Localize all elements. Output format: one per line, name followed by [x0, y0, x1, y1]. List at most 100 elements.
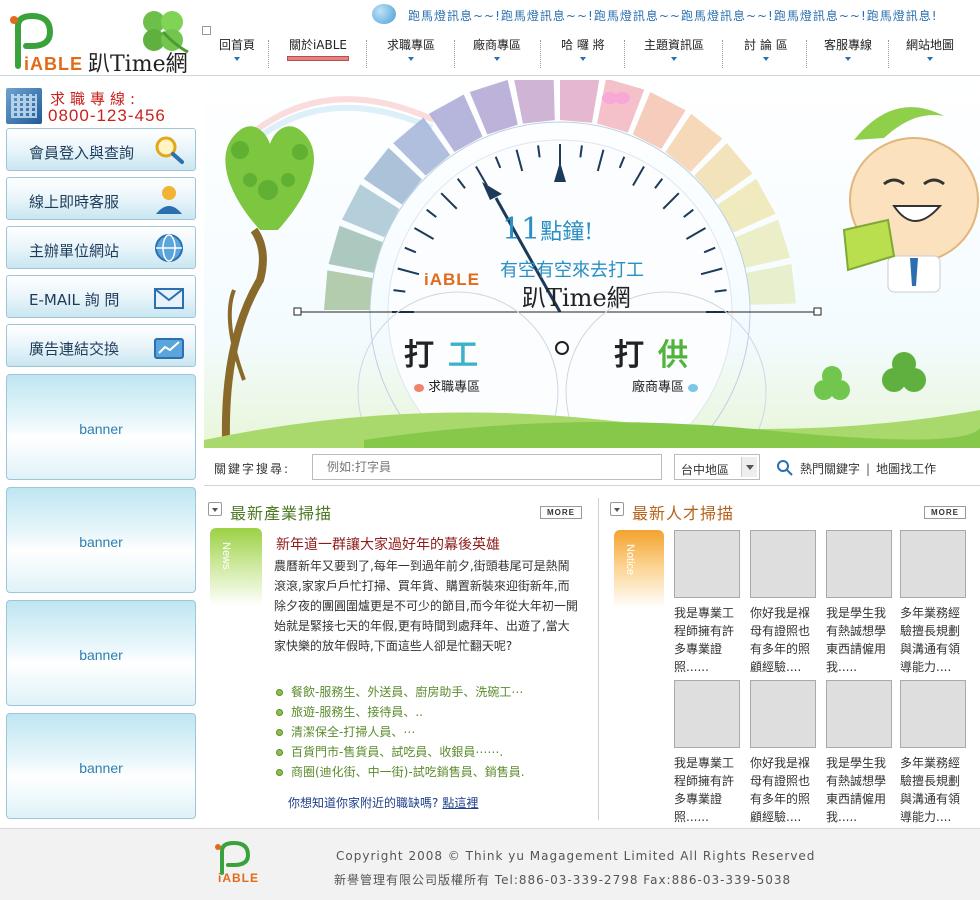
news-body: 農曆新年又要到了,每年一到過年前夕,街頭巷尾可是熱鬧滾滾,家家戶戶忙打掃、買年貨…	[274, 559, 578, 653]
avatar	[826, 530, 892, 598]
search-label: 關鍵字搜尋:	[214, 462, 291, 476]
email-inquiry-button[interactable]: E-MAIL 詢 問	[6, 275, 196, 318]
more-button[interactable]: MORE	[540, 506, 582, 519]
job-zone-link[interactable]: 求職專區	[414, 376, 480, 395]
talent-card[interactable]: 我是專業工程師擁有許多專業證照......	[674, 680, 740, 828]
talent-section: 最新人才掃描 MORE Notice 我是專業工程師擁有許多專業證照......…	[606, 494, 980, 824]
search-icon[interactable]	[776, 459, 794, 477]
company-contact: 新譽管理有限公司版權所有 Tel:886-03-339-2798 Fax:886…	[334, 873, 792, 887]
nav-item-service[interactable]: 客服專線	[814, 36, 882, 70]
industry-section: 最新產業掃描 MORE News 新年道一群讓大家過好年的幕後英雄 農曆新年又要…	[204, 494, 596, 824]
nav-item-sitemap[interactable]: 網站地圖	[896, 36, 964, 70]
list-item[interactable]: 清潔保全-打掃人員、⋯	[276, 722, 525, 742]
hero-brand-logo: iABLE	[424, 270, 480, 289]
avatar	[750, 680, 816, 748]
hot-keywords-link[interactable]: 熱門關鍵字	[800, 462, 860, 476]
bullet-icon	[276, 749, 283, 756]
nav-item-forum[interactable]: 討 論 區	[730, 36, 802, 70]
talent-header: 最新人才掃描 MORE	[610, 498, 980, 524]
building-icon	[6, 88, 42, 124]
employer-zone-link[interactable]: 廠商專區	[632, 376, 699, 395]
keyword-search-bar: 關鍵字搜尋: 台中地區 熱門關鍵字|地圖找工作	[204, 450, 980, 486]
logo-text: iABLE	[24, 54, 83, 74]
footer-logo[interactable]: iABLE	[214, 840, 274, 889]
clover-icon	[143, 11, 189, 54]
list-item[interactable]: 餐飲-服務生、外送員、廚房助手、洗碗工⋯	[276, 682, 525, 702]
avatar	[750, 530, 816, 598]
hero-banner: 11點鐘! 有空有空來去打工 iABLE 趴Time網 打工 打供 求職專區 廠…	[204, 80, 980, 448]
nav-checkbox[interactable]	[202, 26, 211, 35]
dial-segment	[514, 80, 555, 124]
chat-bubble-icon	[688, 383, 699, 392]
map-search-link[interactable]: 地圖找工作	[876, 462, 936, 476]
talent-card[interactable]: 你好我是褓母有證照也有多年的照顧經驗....	[750, 530, 816, 678]
envelope-icon	[154, 288, 184, 309]
sidebar: 求職專線: 0800-123-456 會員登入與查詢 線上即時客服 主辦單位網站…	[0, 78, 200, 823]
talent-card[interactable]: 你好我是褓母有證照也有多年的照顧經驗....	[750, 680, 816, 828]
site-header: iABLE 趴Time網 跑馬燈訊息~~!跑馬燈訊息~~!跑馬燈訊息~~跑馬燈訊…	[0, 0, 980, 77]
talent-card[interactable]: 我是專業工程師擁有許多專業證照......	[674, 530, 740, 678]
briefcase-chart-icon	[154, 338, 184, 359]
column-divider	[598, 498, 599, 820]
region-select[interactable]: 台中地區	[674, 454, 760, 480]
banner-ad[interactable]: banner	[6, 600, 196, 706]
chevron-down-icon	[845, 57, 851, 61]
chevron-down-icon	[494, 57, 500, 61]
section-title: 最新人才掃描	[632, 504, 735, 523]
collapse-toggle-icon[interactable]	[610, 502, 624, 516]
banner-ad[interactable]: banner	[6, 713, 196, 819]
site-footer: iABLE Copyright 2008 © Think yu Magageme…	[0, 828, 980, 900]
nav-item-jobs[interactable]: 求職專區	[376, 36, 446, 70]
news-headline[interactable]: 新年道一群讓大家過好年的幕後英雄	[276, 534, 500, 554]
main-nav: 回首頁 關於iABLE 求職專區 廠商專區 哈 囉 將 主題資訊區 討 論 區 …	[202, 26, 980, 72]
collapse-toggle-icon[interactable]	[208, 502, 222, 516]
talent-card[interactable]: 我是學生我有熱誠想學東西請僱用我.....	[826, 680, 892, 828]
talent-card[interactable]: 多年業務經驗擅長規劃與溝通有領導能力....	[900, 530, 966, 678]
click-here-link[interactable]: 點這裡	[442, 796, 478, 810]
marquee-bar: 跑馬燈訊息~~!跑馬燈訊息~~!跑馬燈訊息~~跑馬燈訊息~~!跑馬燈訊息~~!跑…	[372, 4, 972, 26]
copyright-text: Copyright 2008 © Think yu Magagement Lim…	[336, 849, 816, 863]
nav-item-employers[interactable]: 廠商專區	[462, 36, 532, 70]
talent-card[interactable]: 我是學生我有熱誠想學東西請僱用我.....	[826, 530, 892, 678]
bullet-icon	[276, 709, 283, 716]
bullet-icon	[276, 729, 283, 736]
section-title: 最新產業掃描	[230, 504, 333, 523]
search-input[interactable]	[312, 454, 662, 480]
nearby-jobs-prompt: 你想知道你家附近的職缺嗎? 點這裡	[288, 796, 479, 810]
globe-icon	[155, 234, 183, 262]
talent-card[interactable]: 多年業務經驗擅長規劃與溝通有領導能力....	[900, 680, 966, 828]
site-logo[interactable]: iABLE 趴Time網	[6, 8, 196, 77]
magnifier-icon	[155, 136, 184, 164]
chat-bubble-icon	[414, 383, 424, 392]
search-links: 熱門關鍵字 | 地圖找工作	[800, 462, 937, 476]
ad-exchange-button[interactable]: 廣告連結交換	[6, 324, 196, 367]
banner-ad[interactable]: banner	[6, 374, 196, 480]
chevron-down-icon	[927, 57, 933, 61]
nav-item-about[interactable]: 關於iABLE	[280, 36, 356, 70]
bullet-icon	[276, 689, 283, 696]
nav-item-hello[interactable]: 哈 囉 將	[548, 36, 618, 70]
organizer-site-button[interactable]: 主辦單位網站	[6, 226, 196, 269]
notice-tab: Notice	[614, 530, 664, 608]
more-button[interactable]: MORE	[924, 506, 966, 519]
hero-slogan-1: 11點鐘!	[502, 212, 594, 247]
news-tab: News	[210, 528, 262, 606]
job-category-list: 餐飲-服務生、外送員、廚房助手、洗碗工⋯ 旅遊-服務生、接待員、.. 清潔保全-…	[276, 682, 525, 782]
member-login-button[interactable]: 會員登入與查詢	[6, 128, 196, 171]
bullet-icon	[276, 769, 283, 776]
chevron-down-icon	[580, 57, 586, 61]
dial-segment	[324, 270, 373, 310]
dial-segment	[560, 80, 600, 123]
nav-item-home[interactable]: 回首頁	[214, 36, 260, 70]
nav-item-topics[interactable]: 主題資訊區	[632, 36, 716, 70]
live-support-button[interactable]: 線上即時客服	[6, 177, 196, 220]
banner-ad[interactable]: banner	[6, 487, 196, 593]
list-item[interactable]: 百貨門市-售貨員、試吃員、收銀員⋯⋯.	[276, 742, 525, 762]
avatar	[674, 680, 740, 748]
chevron-down-icon[interactable]	[741, 457, 757, 477]
avatar	[900, 530, 966, 598]
hero-brand-name: 趴Time網	[522, 284, 631, 312]
avatar	[826, 680, 892, 748]
list-item[interactable]: 旅遊-服務生、接待員、..	[276, 702, 525, 722]
list-item[interactable]: 商圈(迪化街、中一街)-試吃銷售員、銷售員.	[276, 762, 525, 782]
